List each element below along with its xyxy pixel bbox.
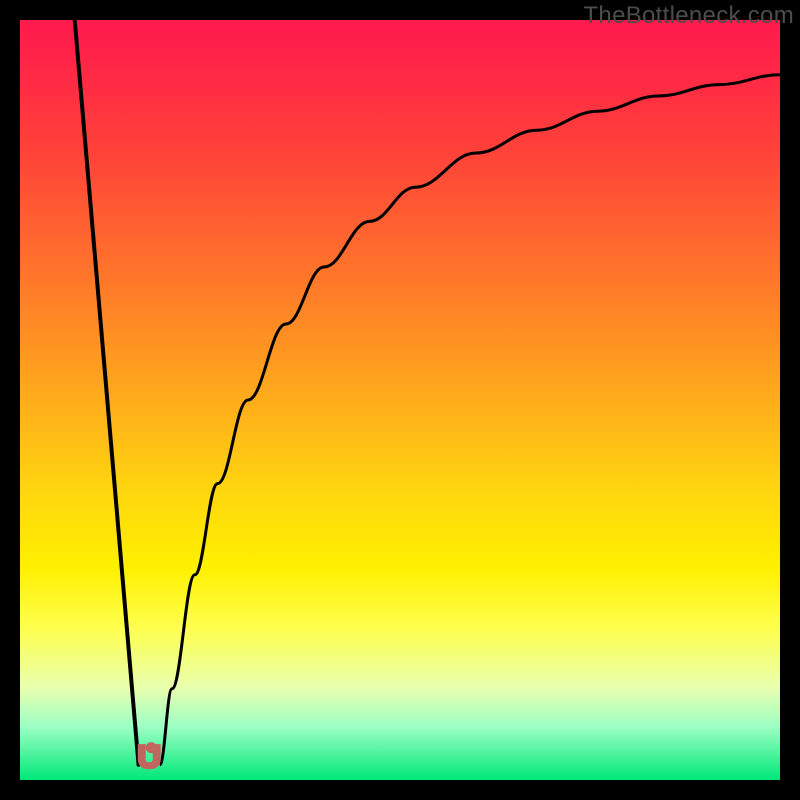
min-marker-icon (138, 743, 160, 769)
right-branch-curve (160, 75, 780, 765)
chart-lines-layer (20, 20, 780, 780)
watermark-text: TheBottleneck.com (583, 2, 794, 30)
chart-container: TheBottleneck.com (0, 0, 800, 800)
left-branch-line (75, 20, 139, 765)
